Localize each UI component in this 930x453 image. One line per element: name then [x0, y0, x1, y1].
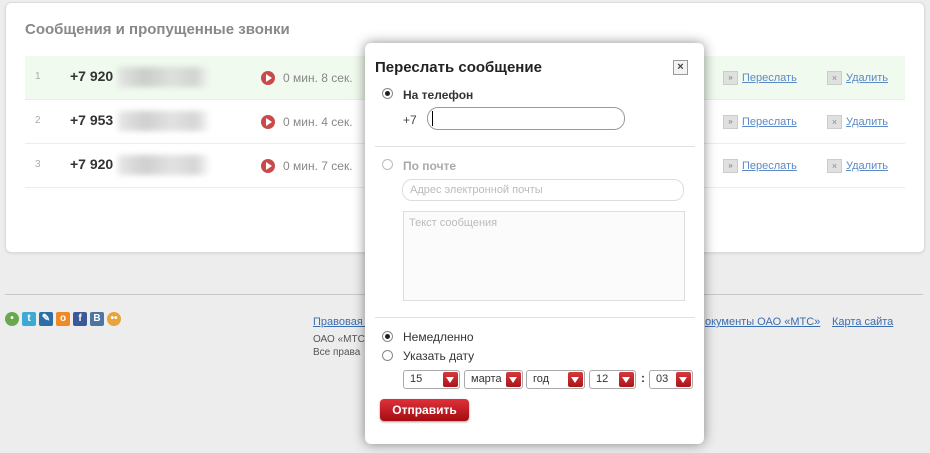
chevron-down-icon: [619, 372, 634, 387]
moikrug-icon[interactable]: ••: [107, 312, 121, 326]
livejournal-icon[interactable]: ✎: [39, 312, 53, 326]
row-number: 2: [35, 115, 41, 126]
to-email-radio[interactable]: [382, 159, 393, 170]
sitemap-link[interactable]: Карта сайта: [832, 316, 893, 328]
delete-link[interactable]: Удалить: [846, 116, 888, 128]
legal-link[interactable]: Правовая и: [313, 316, 372, 328]
divider: [375, 317, 695, 318]
forward-link[interactable]: Переслать: [742, 72, 797, 84]
twitter-icon[interactable]: t: [22, 312, 36, 326]
play-icon[interactable]: [261, 159, 275, 173]
close-icon[interactable]: ×: [673, 60, 688, 75]
chevron-down-icon: [568, 372, 583, 387]
forward-icon[interactable]: »: [723, 115, 738, 129]
rights-text: Все права: [313, 347, 361, 358]
email-input[interactable]: Адрес электронной почты: [402, 179, 684, 201]
month-select[interactable]: марта: [464, 370, 523, 389]
phone-blurred-digits: [118, 67, 208, 87]
row-duration: 0 мин. 8 сек.: [283, 71, 353, 85]
delete-link[interactable]: Удалить: [846, 72, 888, 84]
chevron-down-icon: [443, 372, 458, 387]
row-number: 1: [35, 71, 41, 82]
month-value: марта: [471, 373, 502, 385]
row-duration: 0 мин. 7 сек.: [283, 159, 353, 173]
facebook-icon[interactable]: f: [73, 312, 87, 326]
phone-blurred-digits: [118, 155, 208, 175]
phone-input[interactable]: [427, 107, 625, 130]
hour-select[interactable]: 12: [589, 370, 636, 389]
minute-select[interactable]: 03: [649, 370, 693, 389]
row-duration: 0 мин. 4 сек.: [283, 115, 353, 129]
org-text: ОАО «МТС: [313, 334, 365, 345]
hour-value: 12: [596, 373, 609, 385]
immediately-radio[interactable]: [382, 331, 393, 342]
message-textarea[interactable]: Текст сообщения: [403, 211, 685, 301]
year-select[interactable]: год: [526, 370, 585, 389]
forward-link[interactable]: Переслать: [742, 116, 797, 128]
forward-icon[interactable]: »: [723, 159, 738, 173]
row-phone: +7 920: [70, 68, 114, 84]
row-phone: +7 920: [70, 156, 114, 172]
email-placeholder: Адрес электронной почты: [410, 184, 543, 196]
social-icons: • t ✎ o f B ••: [5, 312, 121, 326]
delete-icon[interactable]: ×: [827, 71, 842, 85]
chevron-down-icon: [676, 372, 691, 387]
vkontakte-icon[interactable]: B: [90, 312, 104, 326]
forward-message-dialog: Переслать сообщение × На телефон +7 По п…: [365, 43, 704, 444]
immediately-label: Немедленно: [403, 330, 474, 344]
text-caret: [432, 111, 433, 126]
people-icon[interactable]: •: [5, 312, 19, 326]
odnoklassniki-icon[interactable]: o: [56, 312, 70, 326]
phone-prefix: +7: [403, 113, 417, 127]
to-phone-label: На телефон: [403, 88, 474, 102]
dialog-title: Переслать сообщение: [375, 59, 542, 76]
minute-value: 03: [656, 373, 669, 385]
divider: [375, 146, 695, 147]
play-icon[interactable]: [261, 115, 275, 129]
year-value: год: [533, 373, 550, 385]
set-date-radio[interactable]: [382, 350, 393, 361]
day-select[interactable]: 15: [403, 370, 460, 389]
to-phone-radio[interactable]: [382, 88, 393, 99]
play-icon[interactable]: [261, 71, 275, 85]
send-button[interactable]: Отправить: [380, 399, 469, 421]
set-date-label: Указать дату: [403, 349, 475, 363]
forward-icon[interactable]: »: [723, 71, 738, 85]
chevron-down-icon: [506, 372, 521, 387]
to-email-label: По почте: [403, 159, 457, 173]
message-placeholder: Текст сообщения: [409, 217, 498, 229]
phone-blurred-digits: [118, 111, 208, 131]
forward-link[interactable]: Переслать: [742, 160, 797, 172]
delete-icon[interactable]: ×: [827, 115, 842, 129]
row-phone: +7 953: [70, 112, 114, 128]
delete-icon[interactable]: ×: [827, 159, 842, 173]
page-title: Сообщения и пропущенные звонки: [25, 21, 290, 38]
day-value: 15: [410, 373, 423, 385]
time-separator: :: [641, 371, 645, 385]
docs-link[interactable]: окументы ОАО «МТС»: [705, 316, 820, 328]
row-number: 3: [35, 159, 41, 170]
delete-link[interactable]: Удалить: [846, 160, 888, 172]
